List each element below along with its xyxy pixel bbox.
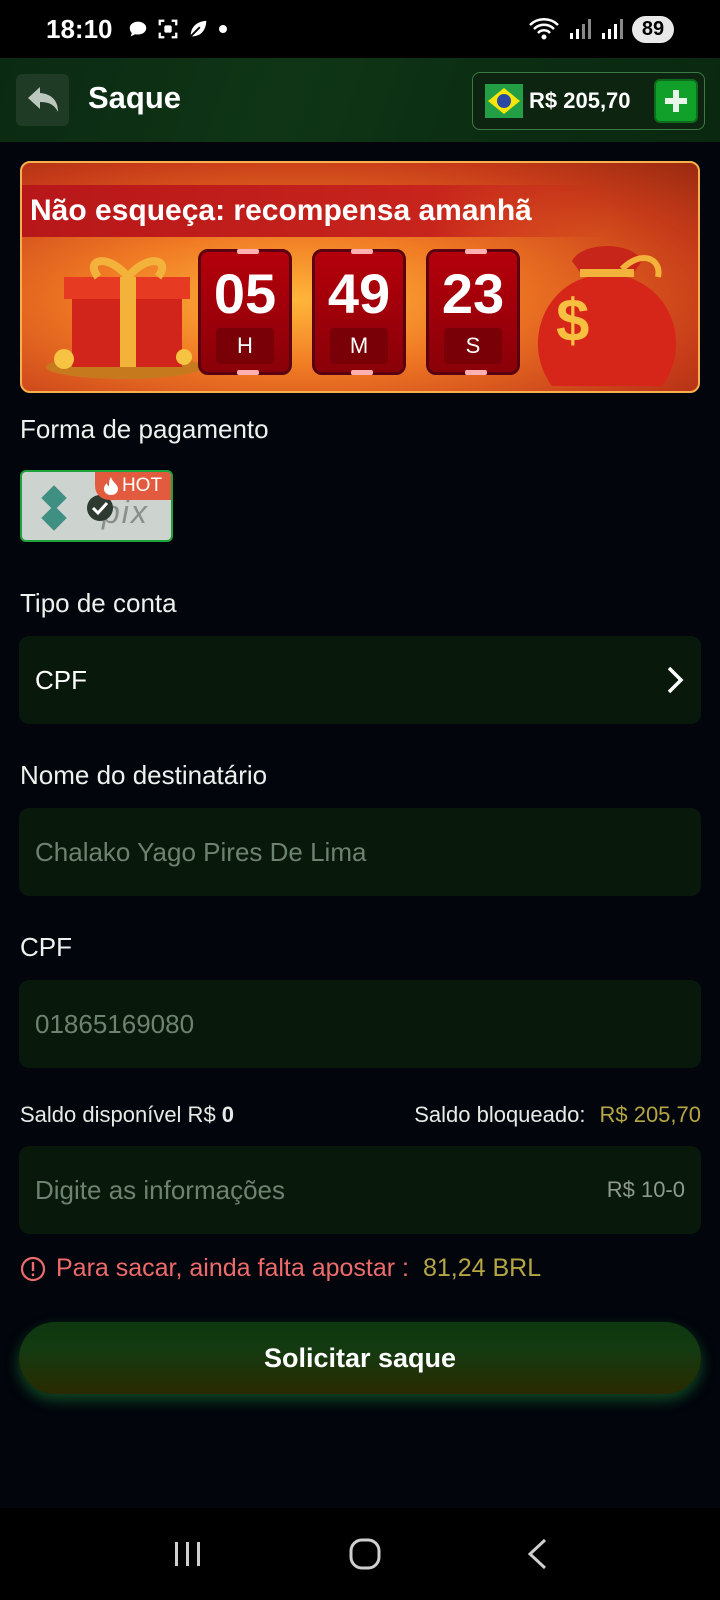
plus-icon <box>665 90 687 112</box>
app-header: Saque R$ 205,70 <box>0 58 720 142</box>
add-funds-button[interactable] <box>654 79 698 123</box>
money-bag-icon: $ <box>537 246 677 386</box>
brazil-flag-icon <box>485 84 523 118</box>
flame-icon <box>103 477 118 495</box>
banner-ribbon: Não esqueça: recompensa amanhã <box>22 185 607 237</box>
balance-display: R$ 205,70 <box>472 72 705 130</box>
blocked-balance-amount: R$ 205,70 <box>599 1102 701 1127</box>
blocked-balance-label: Saldo bloqueado: <box>414 1102 586 1127</box>
hot-badge: HOT <box>95 472 171 500</box>
account-type-label: Tipo de conta <box>20 588 177 618</box>
status-bar: 18:10 89 <box>0 0 720 58</box>
available-balance-amount: 0 <box>221 1102 234 1127</box>
notification-dot <box>218 25 227 33</box>
withdraw-page: 18:10 89 Saque R$ 205,70 $ Não esqueça: … <box>0 0 720 1600</box>
leaf-icon <box>189 20 206 37</box>
signal-icon <box>570 19 591 39</box>
recipient-label: Nome do destinatário <box>20 760 268 790</box>
payment-option-pix[interactable]: pix HOT <box>20 470 173 542</box>
gift-box-icon <box>46 257 202 379</box>
payment-method-label: Forma de pagamento <box>20 414 269 444</box>
account-type-value: CPF <box>35 664 87 695</box>
pix-logo-icon <box>41 485 67 531</box>
amount-range-hint: R$ 10-0 <box>606 1177 685 1202</box>
status-time: 18:10 <box>46 13 113 44</box>
back-nav-icon[interactable] <box>525 1537 549 1571</box>
system-nav-bar <box>0 1508 720 1600</box>
scan-icon <box>158 19 177 39</box>
account-type-select[interactable]: CPF <box>19 636 701 724</box>
svg-text:$: $ <box>556 287 589 354</box>
countdown-seconds: 23 S <box>426 249 520 375</box>
home-icon[interactable] <box>348 1537 382 1571</box>
amount-input[interactable]: Digite as informações R$ 10-0 <box>19 1146 701 1234</box>
recipient-name-field[interactable]: Chalako Yago Pires De Lima <box>19 808 701 896</box>
reward-banner[interactable]: $ Não esqueça: recompensa amanhã 05 H 49… <box>20 161 700 393</box>
amount-input-placeholder: Digite as informações <box>35 1174 285 1205</box>
countdown-minutes: 49 M <box>312 249 406 375</box>
balance-value: R$ 205,70 <box>529 88 631 113</box>
banner-title: Não esqueça: recompensa amanhã <box>30 194 532 227</box>
available-balance-label: Saldo disponível R$ <box>20 1102 216 1127</box>
recent-apps-icon[interactable] <box>171 1539 205 1569</box>
warning-text: Para sacar, ainda falta apostar : <box>56 1254 409 1282</box>
back-button[interactable] <box>16 74 69 126</box>
request-withdraw-button[interactable]: Solicitar saque <box>19 1322 701 1394</box>
battery-indicator: 89 <box>632 15 674 43</box>
balance-info-row: Saldo disponível R$ 0 Saldo bloqueado: R… <box>20 1098 701 1132</box>
page-title: Saque <box>88 80 182 115</box>
countdown-hours: 05 H <box>198 249 292 375</box>
chevron-right-icon <box>667 666 684 694</box>
cpf-value: 01865169080 <box>35 1008 195 1039</box>
alert-circle-icon <box>20 1256 46 1281</box>
cpf-label: CPF <box>20 932 72 962</box>
countdown-timer: 05 H 49 M 23 S <box>198 249 520 375</box>
back-arrow-icon <box>27 87 58 112</box>
wifi-icon <box>529 18 559 40</box>
cpf-field[interactable]: 01865169080 <box>19 980 701 1068</box>
recipient-name-value: Chalako Yago Pires De Lima <box>35 836 367 867</box>
wager-warning: Para sacar, ainda falta apostar : 81,24 … <box>20 1254 541 1283</box>
signal-icon-2 <box>602 19 623 39</box>
chat-bubble-icon <box>129 21 146 37</box>
warning-amount: 81,24 BRL <box>423 1254 542 1282</box>
